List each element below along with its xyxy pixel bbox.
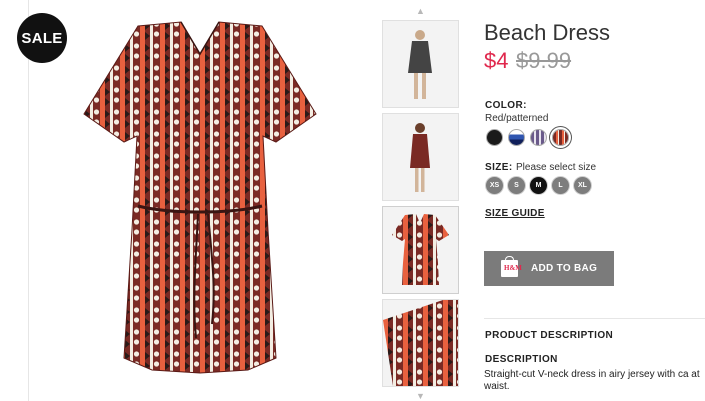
main-product-image[interactable] bbox=[80, 18, 320, 390]
size-s-button[interactable]: S bbox=[508, 177, 525, 194]
size-label: SIZE: bbox=[485, 162, 513, 173]
thumbnail-flat-dress[interactable] bbox=[382, 206, 459, 294]
product-description-heading: PRODUCT DESCRIPTION bbox=[485, 330, 614, 341]
size-prompt: Please select size bbox=[516, 162, 597, 173]
thumbnail-model-side[interactable] bbox=[382, 113, 459, 201]
original-price: $9.99 bbox=[516, 48, 572, 73]
product-title: Beach Dress bbox=[484, 20, 610, 45]
section-divider bbox=[484, 318, 705, 319]
size-m-button[interactable]: M bbox=[530, 177, 547, 194]
product-info-panel: Beach Dress $4 $9.99 COLOR: Red/patterne… bbox=[484, 0, 705, 401]
add-to-bag-button[interactable]: H&M ADD TO BAG bbox=[484, 251, 614, 286]
sale-price: $4 bbox=[484, 48, 509, 73]
size-guide-link[interactable]: SIZE GUIDE bbox=[485, 208, 545, 219]
size-xs-button[interactable]: XS bbox=[486, 177, 503, 194]
swatch-black[interactable] bbox=[486, 129, 503, 146]
thumbnail-model-front[interactable] bbox=[382, 20, 459, 108]
swatch-blue[interactable] bbox=[508, 129, 525, 146]
chevron-down-icon[interactable]: ▼ bbox=[416, 391, 425, 401]
thumbnail-strip: ▲ ▼ bbox=[380, 0, 460, 401]
swatch-purple[interactable] bbox=[530, 129, 547, 146]
sale-badge: SALE bbox=[17, 13, 67, 63]
color-label: COLOR: bbox=[485, 100, 527, 111]
swatch-red-patterned[interactable] bbox=[552, 129, 569, 146]
chevron-up-icon[interactable]: ▲ bbox=[416, 6, 425, 16]
size-l-button[interactable]: L bbox=[552, 177, 569, 194]
description-text: Straight-cut V-neck dress in airy jersey… bbox=[484, 369, 700, 392]
selected-color-name: Red/patterned bbox=[485, 113, 549, 124]
add-to-bag-label: ADD TO BAG bbox=[531, 263, 598, 274]
shopping-bag-icon: H&M bbox=[501, 256, 522, 277]
page-divider bbox=[28, 0, 29, 401]
description-subheading: DESCRIPTION bbox=[485, 354, 558, 365]
thumbnail-fabric-detail[interactable] bbox=[382, 299, 459, 387]
size-xl-button[interactable]: XL bbox=[574, 177, 591, 194]
